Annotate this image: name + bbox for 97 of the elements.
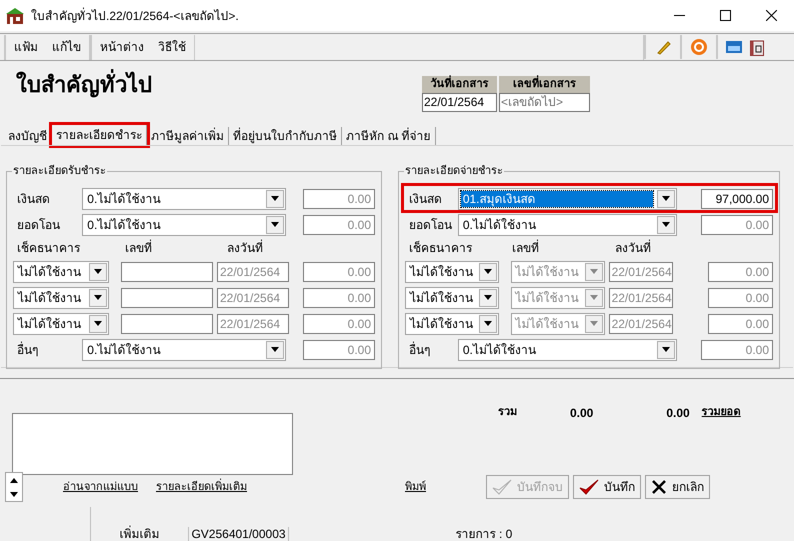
- maximize-icon: [720, 10, 730, 21]
- action-button[interactable]: บันทึก: [573, 475, 641, 499]
- status-count: รายการ : 0: [454, 527, 514, 541]
- dropdown-field[interactable]: 0.ไม่ได้ใช้งาน: [458, 338, 677, 360]
- dropdown-button[interactable]: [479, 314, 497, 332]
- minimize-icon: [674, 15, 684, 16]
- menu-item[interactable]: หน้าต่าง: [100, 38, 144, 56]
- tab[interactable]: ภาษีหัก ณ ที่จ่าย: [342, 127, 436, 145]
- field-header: วันที่เอกสาร: [422, 76, 497, 93]
- dropdown-field[interactable]: ไม่ได้ใช้งาน: [405, 312, 499, 334]
- field-label: เงินสด: [408, 190, 443, 208]
- dropdown-field[interactable]: 0.ไม่ได้ใช้งาน: [458, 214, 677, 236]
- circle-icon: [690, 38, 708, 56]
- dropdown-field[interactable]: 0.ไม่ได้ใช้งาน: [82, 188, 286, 210]
- dropdown-button[interactable]: [89, 262, 107, 280]
- dropdown-field[interactable]: 01.สมุดเงินสด: [458, 188, 677, 210]
- column-header: เช็คธนาคาร: [408, 240, 473, 257]
- dropdown-button[interactable]: [479, 262, 497, 280]
- dropdown-field[interactable]: ไม่ได้ใช้งาน: [13, 260, 109, 282]
- cheque-number-field[interactable]: [121, 314, 213, 334]
- status-doc-number: GV256401/00003: [189, 527, 289, 541]
- dropdown-button[interactable]: [479, 288, 497, 306]
- caret-icon: [662, 347, 670, 352]
- status-mode: เพิ่มเติม: [91, 527, 189, 541]
- caret-icon: [94, 295, 102, 300]
- field-label: ยอดโอน: [16, 216, 61, 234]
- check-icon: [579, 479, 599, 495]
- cross-icon: [651, 479, 667, 495]
- dropdown-field[interactable]: ไม่ได้ใช้งาน: [13, 312, 109, 334]
- caret-icon: [590, 321, 598, 326]
- total-value: 0.00: [570, 405, 594, 422]
- caret-icon: [484, 295, 492, 300]
- caret-icon: [590, 295, 598, 300]
- amount-field[interactable]: 97,000.00: [701, 188, 773, 208]
- caret-icon: [662, 196, 670, 201]
- caret-icon: [590, 269, 598, 274]
- window-title: ใบสำคัญทั่วไป.22/01/2564-<เลขถัดไป>.: [31, 6, 239, 24]
- dropdown-button[interactable]: [657, 340, 675, 358]
- doc-field[interactable]: <เลขถัดไป>: [499, 93, 590, 112]
- caret-icon: [271, 196, 279, 201]
- dropdown-button[interactable]: [266, 190, 284, 208]
- link[interactable]: รายละเอียดเพิ่มเติม: [156, 478, 247, 496]
- dropdown-field[interactable]: ไม่ได้ใช้งาน: [405, 260, 499, 282]
- caret-icon: [94, 269, 102, 274]
- field-header: เลขที่เอกสาร: [499, 76, 590, 93]
- dropdown-button[interactable]: [89, 314, 107, 332]
- notes-box[interactable]: [12, 413, 293, 475]
- field-label: อื่นๆ: [16, 340, 39, 358]
- app-icon: [5, 6, 25, 24]
- caret-icon: [94, 321, 102, 326]
- field-label: ยอดโอน: [408, 216, 453, 234]
- up-icon: [10, 478, 18, 482]
- total-label: รวม: [498, 405, 517, 420]
- column-header: เลขที่: [511, 239, 540, 257]
- close-icon: [766, 10, 776, 21]
- down-icon: [10, 492, 18, 496]
- tab[interactable]: ที่อยู่บนใบกำกับภาษี: [229, 127, 342, 145]
- dropdown-field[interactable]: 0.ไม่ได้ใช้งาน: [82, 214, 286, 236]
- calendar-icon: [750, 38, 764, 56]
- caret-icon: [662, 222, 670, 227]
- action-button[interactable]: ยกเลิก: [645, 475, 710, 499]
- caret-icon: [484, 321, 492, 326]
- caret-icon: [271, 347, 279, 352]
- toolbar-button[interactable]: [750, 38, 764, 56]
- spin-control[interactable]: [5, 472, 23, 502]
- total-value: 0.00: [666, 405, 690, 422]
- caret-icon: [271, 222, 279, 227]
- dropdown-button[interactable]: [657, 190, 675, 208]
- field-label: อื่นๆ: [408, 340, 431, 358]
- dropdown-button[interactable]: [266, 340, 284, 358]
- doc-field[interactable]: 22/01/2564: [422, 93, 497, 112]
- dropdown-field[interactable]: 0.ไม่ได้ใช้งาน: [82, 338, 286, 360]
- print-link[interactable]: พิมพ์: [405, 478, 426, 496]
- dropdown-button[interactable]: [89, 288, 107, 306]
- page-heading: ใบสำคัญทั่วไป: [16, 68, 422, 125]
- cheque-number-field[interactable]: [121, 288, 213, 308]
- dropdown-field[interactable]: ไม่ได้ใช้งาน: [13, 286, 109, 308]
- column-header: เลขที่: [124, 239, 153, 257]
- link[interactable]: อ่านจากแม่แบบ: [63, 478, 138, 496]
- column-header: ลงวันที่: [226, 239, 263, 257]
- cheque-number-field[interactable]: [121, 262, 213, 282]
- tab[interactable]: รายละเอียดชำระ: [52, 125, 147, 145]
- column-header: ลงวันที่: [614, 239, 651, 257]
- check-icon: [492, 479, 512, 495]
- menu-item[interactable]: แฟ้ม: [14, 38, 38, 56]
- menu-item[interactable]: วิธีใช้: [158, 38, 186, 56]
- field-label: เงินสด: [16, 190, 51, 208]
- pen-icon: [655, 39, 671, 55]
- dropdown-field[interactable]: ไม่ได้ใช้งาน: [405, 286, 499, 308]
- caret-icon: [484, 269, 492, 274]
- menu-item[interactable]: แก้ไข: [52, 38, 81, 56]
- dropdown-button[interactable]: [266, 216, 284, 234]
- tab[interactable]: ภาษีมูลค่าเพิ่ม: [147, 127, 229, 145]
- sum-link[interactable]: รวมยอด: [702, 404, 741, 420]
- column-header: เช็คธนาคาร: [16, 240, 81, 257]
- calculator-icon: [726, 41, 742, 53]
- dropdown-button[interactable]: [657, 216, 675, 234]
